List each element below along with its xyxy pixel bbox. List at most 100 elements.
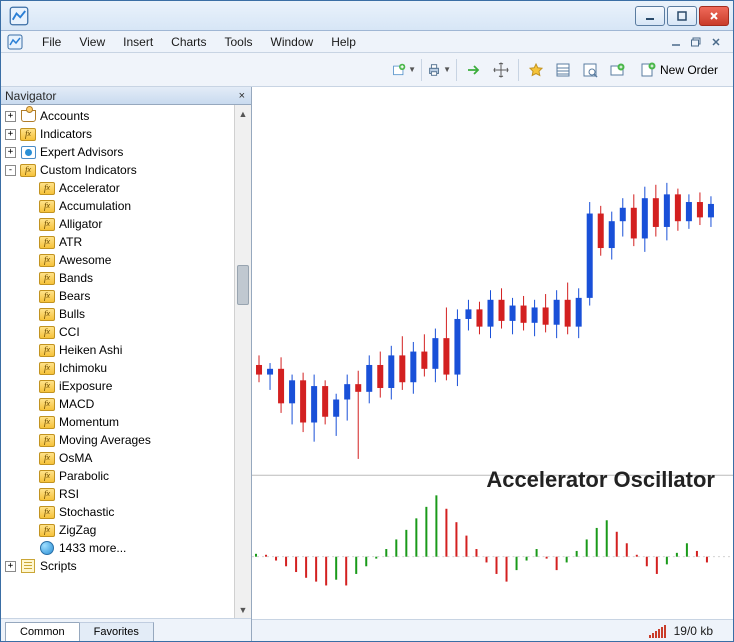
menu-view[interactable]: View	[70, 33, 114, 51]
tree-label: ZigZag	[59, 523, 96, 537]
tree-item-alligator[interactable]: fxAlligator	[1, 215, 234, 233]
tree-label: Awesome	[59, 253, 111, 267]
menu-help[interactable]: Help	[322, 33, 365, 51]
navigator-tree[interactable]: +Accounts+fxIndicators+Expert Advisors-f…	[1, 105, 234, 618]
menu-insert[interactable]: Insert	[114, 33, 162, 51]
tree-item-accumulation[interactable]: fxAccumulation	[1, 197, 234, 215]
expander-icon[interactable]: +	[5, 561, 16, 572]
app-mini-icon	[5, 32, 25, 52]
tree-label: Moving Averages	[59, 433, 151, 447]
tab-common[interactable]: Common	[5, 622, 80, 641]
statusbar: 19/0 kb	[252, 619, 733, 641]
tree-label: Bands	[59, 271, 93, 285]
menu-charts[interactable]: Charts	[162, 33, 215, 51]
navigator-panel: Navigator × +Accounts+fxIndicators+Exper…	[1, 87, 252, 641]
menu-file[interactable]: File	[33, 33, 70, 51]
tree-label: RSI	[59, 487, 79, 501]
connection-bars-icon	[649, 624, 666, 638]
tree-item-ichimoku[interactable]: fxIchimoku	[1, 359, 234, 377]
tree-label: CCI	[59, 325, 80, 339]
mdi-close-button[interactable]	[707, 33, 725, 51]
data-window-button[interactable]	[550, 57, 576, 83]
tree-label: Bulls	[59, 307, 85, 321]
tree-item-atr[interactable]: fxATR	[1, 233, 234, 251]
tree-item-bulls[interactable]: fxBulls	[1, 305, 234, 323]
tree-label: Heiken Ashi	[59, 343, 122, 357]
tree-label: Scripts	[40, 559, 77, 573]
tree-item-cci[interactable]: fxCCI	[1, 323, 234, 341]
tree-item-indicators[interactable]: +fxIndicators	[1, 125, 234, 143]
app-window: FileViewInsertChartsToolsWindowHelp ▼ ▼ …	[0, 0, 734, 642]
tree-label: Accelerator	[59, 181, 120, 195]
expander-icon[interactable]: +	[5, 129, 16, 140]
crosshair-button[interactable]	[488, 57, 514, 83]
tree-label: Expert Advisors	[40, 145, 123, 159]
mdi-minimize-button[interactable]	[667, 33, 685, 51]
terminal-button[interactable]	[604, 57, 630, 83]
tree-label: 1433 more...	[59, 541, 126, 555]
tree-label: Ichimoku	[59, 361, 107, 375]
expander-icon[interactable]: -	[5, 165, 16, 176]
menu-window[interactable]: Window	[262, 33, 323, 51]
tree-item-osma[interactable]: fxOsMA	[1, 449, 234, 467]
expander-icon[interactable]: +	[5, 111, 16, 122]
tree-item-accounts[interactable]: + Accounts	[1, 107, 234, 125]
window-minimize-button[interactable]	[635, 6, 665, 26]
tree-label: Custom Indicators	[40, 163, 137, 177]
scroll-down-button[interactable]: ▼	[235, 601, 251, 618]
tree-item-scripts[interactable]: + Scripts	[1, 557, 234, 575]
tree-label: Alligator	[59, 217, 102, 231]
tree-item-heiken-ashi[interactable]: fxHeiken Ashi	[1, 341, 234, 359]
standard-toolbar: ▼ ▼ New Order	[1, 53, 733, 87]
tree-item-awesome[interactable]: fxAwesome	[1, 251, 234, 269]
tree-item-more[interactable]: 1433 more...	[1, 539, 234, 557]
tab-favorites[interactable]: Favorites	[79, 622, 154, 641]
navigator-button[interactable]	[577, 57, 603, 83]
chart[interactable]: Accelerator Oscillator	[252, 87, 733, 619]
new-chart-button[interactable]: ▼	[391, 57, 417, 83]
tree-item-macd[interactable]: fxMACD	[1, 395, 234, 413]
navigator-scrollbar[interactable]: ▲ ▼	[234, 105, 251, 618]
autoscroll-button[interactable]	[461, 57, 487, 83]
tree-item-custom-indicators[interactable]: -fxCustom Indicators	[1, 161, 234, 179]
tree-label: Bears	[59, 289, 90, 303]
tree-item-zigzag[interactable]: fxZigZag	[1, 521, 234, 539]
tree-item-parabolic[interactable]: fxParabolic	[1, 467, 234, 485]
navigator-title-label: Navigator	[5, 89, 56, 103]
menu-tools[interactable]: Tools	[216, 33, 262, 51]
status-kb-label: 19/0 kb	[674, 624, 713, 638]
tree-label: MACD	[59, 397, 94, 411]
tree-label: Accumulation	[59, 199, 131, 213]
tree-label: Indicators	[40, 127, 92, 141]
tree-label: Stochastic	[59, 505, 114, 519]
expander-icon[interactable]: +	[5, 147, 16, 158]
window-close-button[interactable]	[699, 6, 729, 26]
oscillator-label: Accelerator Oscillator	[486, 467, 715, 493]
print-button[interactable]: ▼	[426, 57, 452, 83]
tree-item-accelerator[interactable]: fxAccelerator	[1, 179, 234, 197]
navigator-close-button[interactable]: ×	[237, 90, 247, 102]
tree-item-bears[interactable]: fxBears	[1, 287, 234, 305]
tree-item-bands[interactable]: fxBands	[1, 269, 234, 287]
tree-label: ATR	[59, 235, 82, 249]
tree-item-stochastic[interactable]: fxStochastic	[1, 503, 234, 521]
new-order-label: New Order	[660, 63, 718, 77]
navigator-tabs: Common Favorites	[1, 619, 251, 641]
tree-item-momentum[interactable]: fxMomentum	[1, 413, 234, 431]
market-watch-button[interactable]	[523, 57, 549, 83]
tree-label: OsMA	[59, 451, 92, 465]
tree-item-moving-averages[interactable]: fxMoving Averages	[1, 431, 234, 449]
chart-area: Accelerator Oscillator 19/0 kb	[252, 87, 733, 641]
tree-item-iexposure[interactable]: fxiExposure	[1, 377, 234, 395]
scroll-up-button[interactable]: ▲	[235, 105, 251, 122]
scroll-thumb[interactable]	[237, 265, 249, 305]
window-maximize-button[interactable]	[667, 6, 697, 26]
new-order-button[interactable]: New Order	[631, 57, 727, 83]
tree-item-expert-advisors[interactable]: + Expert Advisors	[1, 143, 234, 161]
tree-label: iExposure	[59, 379, 112, 393]
menubar: FileViewInsertChartsToolsWindowHelp	[1, 31, 733, 53]
window-titlebar	[1, 1, 733, 31]
mdi-restore-button[interactable]	[687, 33, 705, 51]
tree-item-rsi[interactable]: fxRSI	[1, 485, 234, 503]
tree-label: Accounts	[40, 109, 89, 123]
